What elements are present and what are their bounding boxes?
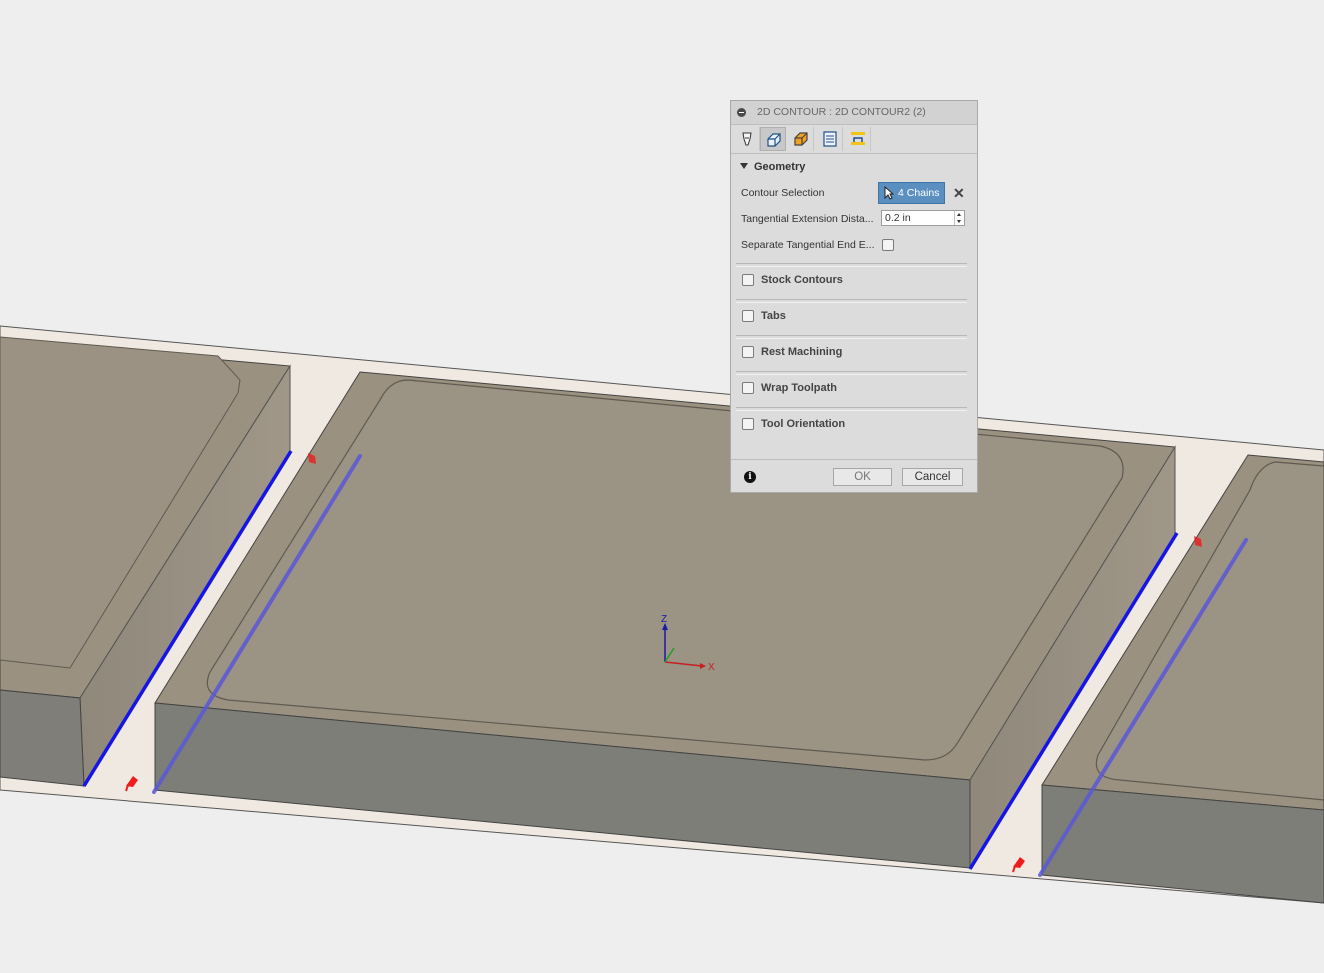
heights-tab-icon[interactable] <box>788 127 814 151</box>
value-stepper[interactable] <box>954 211 964 225</box>
ok-button[interactable]: OK <box>833 468 892 486</box>
stock-contours-label: Stock Contours <box>761 274 843 286</box>
clear-selection-close-icon[interactable]: ✕ <box>953 185 965 202</box>
tool-tab-icon[interactable] <box>734 127 760 151</box>
collapse-icon[interactable] <box>737 108 746 117</box>
x-axis-label: X <box>708 662 715 673</box>
wrap-toolpath-checkbox[interactable] <box>742 382 754 394</box>
contour-selection-button[interactable]: 4 Chains <box>878 182 945 204</box>
tool-orientation-checkbox[interactable] <box>742 418 754 430</box>
rest-machining-label: Rest Machining <box>761 346 843 358</box>
rest-machining-checkbox[interactable] <box>742 346 754 358</box>
group-wrap-toolpath: Wrap Toolpath <box>731 371 979 407</box>
dialog-title: 2D CONTOUR : 2D CONTOUR2 (2) <box>757 106 926 118</box>
cancel-button[interactable]: Cancel <box>902 468 963 486</box>
contour-dialog: 2D CONTOUR : 2D CONTOUR2 (2) Geometry Co… <box>730 100 978 493</box>
dialog-tabbar <box>731 125 977 154</box>
tangential-extension-label: Tangential Extension Dista... <box>741 213 874 225</box>
tabs-checkbox[interactable] <box>742 310 754 322</box>
group-stock-contours: Stock Contours <box>731 263 979 299</box>
dialog-titlebar[interactable]: 2D CONTOUR : 2D CONTOUR2 (2) <box>731 101 977 125</box>
contour-selection-label: Contour Selection <box>741 187 825 199</box>
separate-tangential-label: Separate Tangential End E... <box>741 239 875 251</box>
geometry-section-header[interactable]: Geometry <box>740 161 805 173</box>
geometry-tab-icon[interactable] <box>760 127 786 151</box>
separate-tangential-checkbox[interactable] <box>882 239 894 251</box>
expand-triangle-icon <box>740 163 748 169</box>
passes-tab-icon[interactable] <box>817 127 843 151</box>
pointer-icon <box>884 186 894 200</box>
left-part-front <box>0 689 85 787</box>
group-tabs: Tabs <box>731 299 979 335</box>
group-tool-orientation: Tool Orientation <box>731 407 979 443</box>
tabs-label: Tabs <box>761 310 786 322</box>
tool-orientation-label: Tool Orientation <box>761 418 846 430</box>
stock-contours-checkbox[interactable] <box>742 274 754 286</box>
group-rest-machining: Rest Machining <box>731 335 979 371</box>
wrap-toolpath-label: Wrap Toolpath <box>761 382 837 394</box>
tangential-extension-input[interactable]: 0.2 in <box>881 210 965 226</box>
z-axis-label: Z <box>661 614 667 625</box>
linking-tab-icon[interactable] <box>845 127 871 151</box>
3d-viewport[interactable]: Z X <box>0 0 1324 973</box>
info-icon[interactable]: i <box>744 471 756 483</box>
footer-divider <box>731 459 977 460</box>
